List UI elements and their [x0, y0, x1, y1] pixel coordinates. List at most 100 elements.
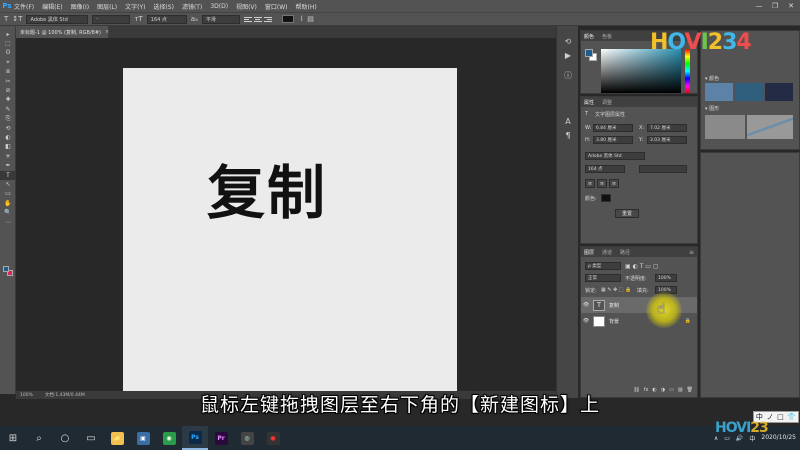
anti-alias-select[interactable]: 平滑 [201, 14, 240, 24]
x-field[interactable]: 7.02 厘米 [647, 124, 687, 132]
taskbar-file-explorer-button[interactable]: 📁 [104, 426, 130, 450]
zoom-tool-icon[interactable]: 🔍 [0, 208, 16, 217]
eraser-tool-icon[interactable]: ◐ [0, 133, 16, 142]
paragraph-icon[interactable]: ¶ [557, 128, 579, 142]
taskbar-recorder-button[interactable]: ● [260, 426, 286, 450]
lasso-tool-icon[interactable]: ʘ [0, 49, 16, 58]
eye-icon[interactable]: 👁 [581, 302, 591, 308]
taskbar-chrome-button[interactable]: ◉ [156, 426, 182, 450]
document-tab[interactable]: 未标题-1 @ 100% (复制, RGB/8#) × [16, 26, 109, 38]
menu-window[interactable]: 窗口(W) [265, 2, 288, 11]
properties-font-family[interactable]: Adobe 黑体 Std [585, 152, 645, 160]
taskbar-photoshop-button[interactable]: Ps [182, 426, 208, 450]
menu-image[interactable]: 图像(I) [71, 2, 89, 11]
font-style-select[interactable]: - [92, 14, 131, 24]
reset-button[interactable]: 重置 [615, 209, 639, 218]
crop-tool-icon[interactable]: ⧈ [0, 68, 16, 77]
taskbar-app-window-button[interactable]: ▣ [130, 426, 156, 450]
properties-align-center[interactable]: ≡ [597, 179, 607, 188]
tab-layers[interactable]: 图层 [584, 249, 594, 256]
layer-name[interactable]: 背景 [609, 318, 619, 325]
menu-layer[interactable]: 图层(L) [97, 2, 117, 11]
library-graphics-label[interactable]: ▾ 图形 [705, 105, 719, 112]
document-canvas[interactable]: 复制 [123, 68, 457, 391]
toolbar-foreground-color[interactable] [3, 266, 9, 272]
width-field[interactable]: 6.84 厘米 [593, 124, 633, 132]
character-panel-icon[interactable]: ▤ [307, 15, 314, 23]
history-icon[interactable]: ⟲ [557, 34, 579, 48]
foreground-color-swatch[interactable] [585, 49, 593, 57]
eye-icon[interactable]: 👁 [581, 318, 591, 324]
hand-tool-icon[interactable]: ✋ [0, 199, 16, 208]
align-right-button[interactable] [263, 16, 272, 23]
fg-bg-color-swatches[interactable] [3, 266, 13, 276]
menu-select[interactable]: 选择(S) [153, 2, 174, 11]
font-family-select[interactable]: Adobe 黑体 Std [26, 14, 89, 24]
filter-icons[interactable]: ▣ ◐ T ▭ ▢ [625, 263, 659, 270]
library-graphic-thumbnail[interactable] [705, 115, 745, 139]
slice-tool-icon[interactable]: ✂ [0, 77, 16, 86]
shape-tool-icon[interactable]: ▭ [0, 190, 16, 199]
ime-keyboard[interactable]: □ [777, 413, 784, 421]
ime-skin-icon[interactable]: 👕 [787, 413, 796, 421]
properties-tracking[interactable] [639, 165, 687, 173]
gradient-tool-icon[interactable]: ◧ [0, 143, 16, 152]
blend-mode-select[interactable]: 正常 [585, 274, 621, 282]
tab-paths[interactable]: 路径 [620, 249, 630, 256]
properties-align-left[interactable]: ≡ [585, 179, 595, 188]
brush-tool-icon[interactable]: ✎ [0, 105, 16, 114]
type-tool-icon[interactable]: T [0, 170, 16, 181]
more-tool-icon[interactable]: ⋯ [0, 218, 16, 227]
tab-swatches[interactable]: 色板 [602, 33, 612, 40]
close-tab-icon[interactable]: × [105, 29, 109, 35]
y-field[interactable]: 3.03 厘米 [647, 136, 687, 144]
properties-font-size[interactable]: 164 点 [585, 165, 625, 173]
minimize-button[interactable]: — [752, 0, 766, 12]
quick-select-tool-icon[interactable]: ⌖ [0, 58, 16, 67]
tab-adjustments[interactable]: 调整 [602, 99, 612, 106]
search-icon[interactable]: ⌕ [26, 426, 52, 450]
path-select-tool-icon[interactable]: ↖ [0, 180, 16, 189]
marquee-tool-icon[interactable]: ⬚ [0, 39, 16, 48]
menu-file[interactable]: 文件(F) [14, 2, 34, 11]
text-orientation-icon[interactable]: ↕T [12, 15, 22, 23]
opacity-field[interactable]: 100% [655, 274, 677, 282]
actions-icon[interactable]: ▶ [557, 48, 579, 62]
height-field[interactable]: 3.80 厘米 [593, 136, 633, 144]
maximize-button[interactable]: ❐ [768, 0, 782, 12]
menu-3d[interactable]: 3D(D) [210, 3, 228, 10]
healing-tool-icon[interactable]: ✚ [0, 96, 16, 105]
taskbar-premiere-button[interactable]: Pr [208, 426, 234, 450]
tab-properties[interactable]: 属性 [584, 99, 594, 106]
properties-color-swatch[interactable] [601, 194, 611, 202]
library-color-swatch[interactable] [765, 83, 793, 101]
taskbar-obs-button[interactable]: ◎ [234, 426, 260, 450]
library-colors-label[interactable]: ▾ 颜色 [705, 75, 719, 82]
close-window-button[interactable]: ✕ [784, 0, 798, 12]
properties-align-right[interactable]: ≡ [609, 179, 619, 188]
eyedropper-tool-icon[interactable]: ⊘ [0, 86, 16, 95]
layer-kind-filter[interactable]: ρ 类型 [585, 262, 621, 270]
tab-color[interactable]: 颜色 [584, 33, 594, 40]
panel-menu-icon[interactable]: ≡ [689, 249, 694, 256]
character-icon[interactable]: A [557, 114, 579, 128]
menu-view[interactable]: 视图(V) [236, 2, 257, 11]
layer-name[interactable]: 复制 [609, 302, 619, 309]
move-tool-icon[interactable]: ▸ [0, 30, 16, 39]
menu-help[interactable]: 帮助(H) [296, 2, 317, 11]
dodge-tool-icon[interactable]: ☀ [0, 152, 16, 161]
align-center-button[interactable] [253, 16, 262, 23]
tab-channels[interactable]: 通道 [602, 249, 612, 256]
history-brush-tool-icon[interactable]: ⟲ [0, 124, 16, 133]
warp-text-icon[interactable]: ⌇ [300, 15, 303, 23]
font-size-select[interactable]: 164 点 [146, 14, 187, 24]
text-color-swatch[interactable] [281, 15, 294, 23]
align-left-button[interactable] [243, 16, 252, 23]
cortana-icon[interactable]: ○ [52, 426, 78, 450]
library-color-swatch[interactable] [735, 83, 763, 101]
clone-tool-icon[interactable]: ⎘ [0, 115, 16, 124]
pen-tool-icon[interactable]: ✒ [0, 161, 16, 170]
task-view-icon[interactable]: ▭ [78, 426, 104, 450]
info-icon[interactable]: ⓘ [557, 68, 579, 82]
canvas-text-layer[interactable]: 复制 [207, 146, 327, 230]
